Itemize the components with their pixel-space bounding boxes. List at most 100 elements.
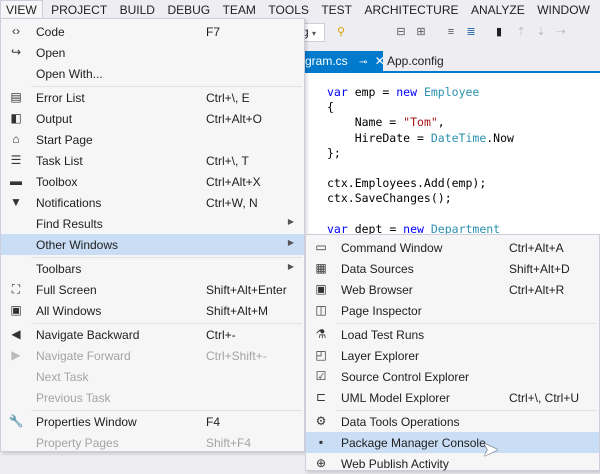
menu-item-label: Toolbox (36, 175, 78, 189)
menu-item-data-sources[interactable]: ▦ Data Sources Shift+Alt+D (306, 258, 599, 279)
menu-team[interactable]: TEAM (219, 0, 260, 19)
menu-item-data-tools-operations[interactable]: ⚙ Data Tools Operations (306, 411, 599, 432)
menu-item-code[interactable]: ‹› Code F7 (1, 21, 304, 42)
menu-item-previous-task[interactable]: Previous Task (1, 387, 304, 408)
error-list-icon: ▤ (10, 90, 22, 104)
menu-item-label: Find Results (36, 217, 103, 231)
menu-item-notifications[interactable]: ▼ Notifications Ctrl+W, N (1, 192, 304, 213)
wrench-icon: 🔧 (8, 414, 24, 428)
code-token: .Now (486, 130, 514, 145)
menu-item-layer-explorer[interactable]: ◰ Layer Explorer (306, 345, 599, 366)
menu-item-label: UML Model Explorer (341, 391, 450, 405)
menu-item-label: Package Manager Console (341, 436, 486, 450)
editor-margin (0, 452, 305, 471)
menu-window[interactable]: WINDOW (533, 0, 594, 19)
menu-item-find-results[interactable]: Find Results ▶ (1, 213, 304, 234)
menu-item-page-inspector[interactable]: ◫ Page Inspector (306, 300, 599, 321)
menu-item-navigate-forward[interactable]: ▶ Navigate Forward Ctrl+Shift+- (1, 345, 304, 366)
menu-item-full-screen[interactable]: ⛶ Full Screen Shift+Alt+Enter (1, 279, 304, 300)
menu-item-shortcut: Ctrl+Alt+X (206, 175, 261, 189)
menu-item-label: Next Task (36, 370, 89, 384)
tab-program-cs[interactable]: gram.cs ⊸ ✕ (305, 51, 385, 71)
menu-item-error-list[interactable]: ▤ Error List Ctrl+\, E (1, 87, 304, 108)
menu-item-label: Navigate Backward (36, 328, 140, 342)
menu-view[interactable]: VIEW (0, 0, 43, 19)
data-sources-icon: ▦ (315, 261, 327, 275)
layer-explorer-icon: ◰ (315, 348, 327, 362)
page-inspector-icon: ◫ (315, 303, 327, 317)
submenu-arrow-icon: ▶ (287, 238, 294, 247)
menu-item-label: Full Screen (36, 283, 97, 297)
menu-item-output[interactable]: ◧ Output Ctrl+Alt+O (1, 108, 304, 129)
full-screen-icon: ⛶ (11, 282, 21, 296)
menu-item-load-test-runs[interactable]: ⚗ Load Test Runs (306, 324, 599, 345)
web-browser-icon: ▣ (315, 282, 327, 296)
menu-project[interactable]: PROJECT (47, 0, 111, 19)
menu-item-open[interactable]: ↪ Open (1, 42, 304, 63)
menu-item-navigate-backward[interactable]: ◀ Navigate Backward Ctrl+- (1, 324, 304, 345)
menu-item-shortcut: Ctrl+Alt+O (206, 112, 263, 126)
menu-item-next-task[interactable]: Next Task (1, 366, 304, 387)
other-windows-submenu: ▭ Command Window Ctrl+Alt+A ▦ Data Sources Sh… (305, 234, 600, 471)
menu-item-label: Layer Explorer (341, 349, 420, 363)
submenu-arrow-icon: ▶ (287, 262, 294, 271)
tab-app-config[interactable]: App.config (387, 54, 444, 68)
menu-test[interactable]: TEST (317, 0, 356, 19)
menu-tools[interactable]: TOOLS (264, 0, 312, 19)
code-token: ctx.SaveChanges(); (327, 191, 452, 206)
navigate-backward-icon: ◀ (11, 327, 21, 341)
menu-architecture[interactable]: ARCHITECTURE (360, 0, 462, 19)
menu-item-label: Web Browser (341, 283, 413, 297)
load-test-icon: ⚗ (315, 327, 327, 341)
menu-item-web-browser[interactable]: ▣ Web Browser Ctrl+Alt+R (306, 279, 599, 300)
navigate-forward-icon: ▶ (11, 348, 21, 362)
menu-item-source-control-explorer[interactable]: ☑ Source Control Explorer (306, 366, 599, 387)
menu-item-task-list[interactable]: ☰ Task List Ctrl+\, T (1, 150, 304, 171)
menu-item-open-with[interactable]: Open With... (1, 63, 304, 84)
menu-item-start-page[interactable]: ⌂ Start Page (1, 129, 304, 150)
menu-item-label: Load Test Runs (341, 328, 425, 342)
menu-item-other-windows[interactable]: Other Windows ▶ (1, 234, 304, 255)
outdent-icon[interactable]: ⊞ (415, 26, 427, 38)
chevron-down-icon: ▾ (312, 29, 317, 38)
menu-item-package-manager-console[interactable]: ▪ Package Manager Console (306, 432, 599, 453)
indent-icon[interactable]: ⊟ (395, 26, 407, 38)
menu-item-label: Notifications (36, 196, 102, 210)
menu-item-all-windows[interactable]: ▣ All Windows Shift+Alt+M (1, 300, 304, 321)
comment-icon[interactable]: ≡ (445, 26, 457, 38)
menu-item-label: Data Tools Operations (341, 415, 460, 429)
menu-item-shortcut: Ctrl+\, Ctrl+U (509, 391, 580, 405)
menu-item-label: Open (36, 46, 66, 60)
code-icon: ‹› (12, 24, 20, 38)
code-token: ctx.Employees.Add(emp); (327, 176, 487, 191)
task-list-icon: ☰ (10, 153, 22, 167)
menu-item-properties-window[interactable]: 🔧 Properties Window F4 (1, 411, 304, 432)
menu-item-command-window[interactable]: ▭ Command Window Ctrl+Alt+A (306, 237, 599, 258)
clear-bookmarks-icon[interactable]: ⇢ (555, 26, 567, 38)
next-bookmark-icon[interactable]: ⇣ (535, 26, 547, 38)
start-page-icon: ⌂ (12, 132, 20, 146)
menu-debug[interactable]: DEBUG (163, 0, 214, 19)
menu-item-label: Source Control Explorer (341, 370, 470, 384)
menu-item-shortcut: Ctrl+\, T (206, 154, 249, 168)
menu-item-uml-model-explorer[interactable]: ⊏ UML Model Explorer Ctrl+\, Ctrl+U (306, 387, 599, 408)
menu-analyze[interactable]: ANALYZE (467, 0, 529, 19)
uncomment-icon[interactable]: ≣ (465, 26, 477, 38)
menu-build[interactable]: BUILD (116, 0, 159, 19)
close-icon[interactable]: ✕ (375, 54, 385, 68)
menu-item-shortcut: Ctrl+\, E (206, 91, 250, 105)
menu-item-label: Property Pages (36, 436, 119, 450)
menu-item-property-pages[interactable]: Property Pages Shift+F4 (1, 432, 304, 453)
pin-icon[interactable]: ⊸ (359, 57, 367, 68)
menu-item-shortcut: Shift+Alt+D (509, 262, 570, 276)
menu-item-toolbox[interactable]: ▬ Toolbox Ctrl+Alt+X (1, 171, 304, 192)
menu-item-label: Page Inspector (341, 304, 422, 318)
menu-item-shortcut: F7 (206, 25, 221, 39)
find-icon[interactable]: ⚲ (335, 26, 347, 38)
menu-item-label: Open With... (36, 67, 103, 81)
menu-item-toolbars[interactable]: Toolbars ▶ (1, 258, 304, 279)
bookmark-icon[interactable]: ▮ (493, 26, 505, 38)
code-token: , (437, 115, 445, 130)
prev-bookmark-icon[interactable]: ⇡ (515, 26, 527, 38)
menu-item-shortcut: Shift+Alt+Enter (206, 283, 287, 297)
